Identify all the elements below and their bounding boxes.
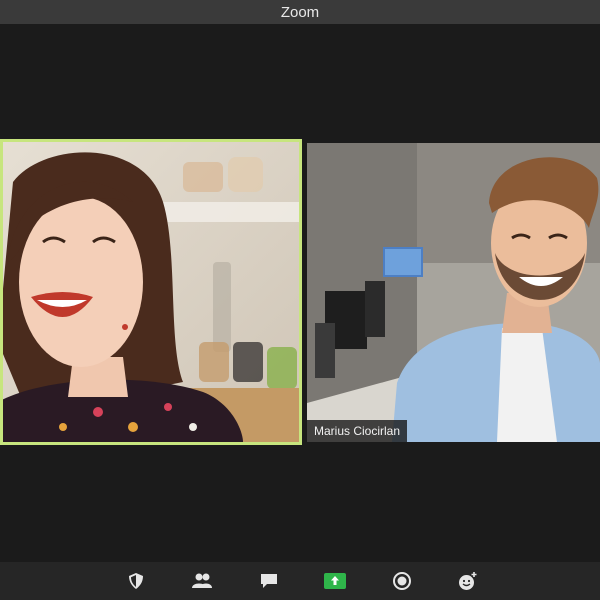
participants-icon bbox=[191, 572, 213, 590]
participants-button[interactable] bbox=[182, 562, 222, 600]
participant-name-label: Marius Ciocirlan bbox=[307, 420, 408, 442]
security-button[interactable] bbox=[116, 562, 156, 600]
chat-icon bbox=[259, 572, 279, 590]
video-tile-participant-2[interactable]: Marius Ciocirlan bbox=[307, 143, 600, 442]
security-shield-icon bbox=[127, 572, 145, 590]
record-icon bbox=[393, 572, 411, 590]
participant-video-woman bbox=[3, 142, 299, 442]
video-stage: Marius Ciocirlan bbox=[0, 24, 600, 562]
window-titlebar: Zoom bbox=[0, 0, 600, 24]
window-title: Zoom bbox=[280, 3, 320, 21]
chat-button[interactable] bbox=[249, 562, 289, 600]
share-screen-button[interactable] bbox=[315, 562, 355, 600]
reactions-button[interactable] bbox=[448, 562, 488, 600]
video-tile-participant-1[interactable] bbox=[0, 139, 302, 445]
share-screen-icon bbox=[324, 573, 346, 589]
meeting-toolbar bbox=[0, 562, 600, 600]
participant-video-man bbox=[307, 143, 600, 442]
reactions-icon bbox=[458, 571, 478, 591]
record-button[interactable] bbox=[382, 562, 422, 600]
